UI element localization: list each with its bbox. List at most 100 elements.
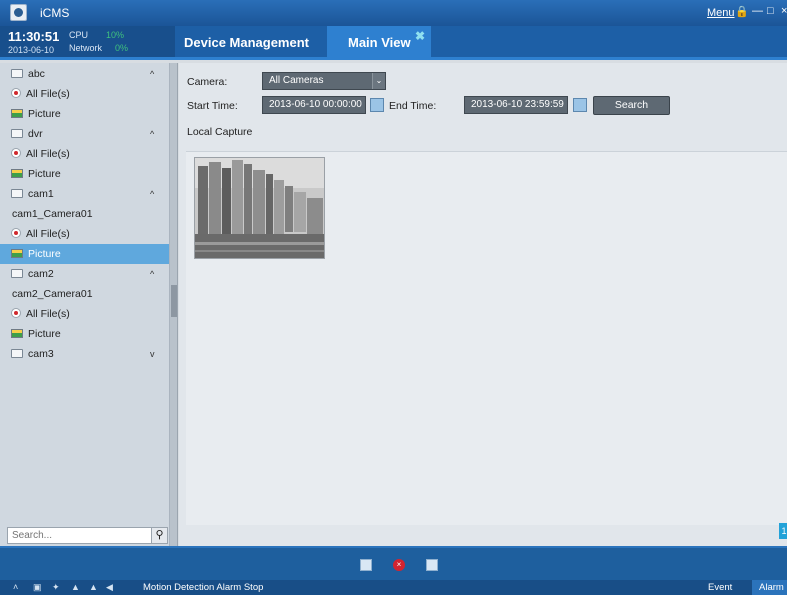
header-bar: 11:30:51 2013-06-10 CPU 10% Network 0% D… [0,26,787,60]
close-icon[interactable]: × [781,5,787,17]
title-bar: iCMS Menu 🔒 — □ × [0,0,787,26]
picture-icon [11,249,23,258]
user-icon[interactable]: ▲ [71,582,80,592]
tree-item-label: Picture [28,108,61,120]
capture-thumbnail[interactable] [194,157,325,259]
sidebar-tree: abc ^ All File(s) Picture dvr ^ All File(s… [0,63,170,546]
tree-item-all-files[interactable]: All File(s) [0,304,169,324]
clock-date: 2013-06-10 [8,45,55,55]
collapse-icon[interactable]: ^ [150,264,154,284]
folder-icon [11,189,23,198]
tree-item-label: cam3 [28,348,54,360]
tree-item-label: Picture [28,168,61,180]
bottom-toolbar: × [0,546,787,580]
network-label: Network [69,43,103,53]
app-title: iCMS [40,6,70,20]
search-icon[interactable]: ⚲ [151,527,168,544]
collapse-icon[interactable]: ^ [150,124,154,144]
status-message: Motion Detection Alarm Stop [143,582,264,593]
collapse-icon[interactable]: ^ [150,184,154,204]
tree-folder-cam1[interactable]: cam1 ^ [0,184,169,204]
start-time-field[interactable]: 2013-06-10 00:00:00 [262,96,366,114]
tree-item-all-files[interactable]: All File(s) [0,84,169,104]
tree-item-picture[interactable]: Picture [0,104,169,124]
capture-panel [186,151,787,525]
minimize-icon[interactable]: — [752,5,763,17]
search-input[interactable] [7,527,152,544]
menu-link[interactable]: Menu [707,7,735,19]
app-logo-icon [10,4,27,21]
tree-folder-cam2[interactable]: cam2 ^ [0,264,169,284]
tab-device-management[interactable]: Device Management [175,26,327,57]
panel-splitter[interactable] [170,63,178,546]
clock-panel: 11:30:51 2013-06-10 CPU 10% Network 0% [0,26,175,57]
monitor-icon[interactable]: ▣ [33,582,42,593]
search-button[interactable]: Search [593,96,670,115]
expand-icon[interactable]: v [150,344,155,364]
end-time-label: End Time: [389,100,437,112]
folder-icon [11,269,23,278]
end-time-field[interactable]: 2013-06-10 23:59:59 [464,96,568,114]
record-icon [11,308,21,318]
folder-icon [11,129,23,138]
camera-select[interactable]: All Cameras ⌄ [262,72,386,90]
tree-item-label: abc [28,68,45,80]
tree-folder-dvr[interactable]: dvr ^ [0,124,169,144]
tree-item-label: All File(s) [26,88,70,100]
tree-item-label: All File(s) [26,148,70,160]
tree-item-camera[interactable]: cam2_Camera01 [0,284,169,304]
tree-item-picture[interactable]: Picture [0,324,169,344]
tree-item-camera[interactable]: cam1_Camera01 [0,204,169,224]
record-icon [11,228,21,238]
status-bar: ˄ ▣ ✦ ▲ ▲ ◀ Motion Detection Alarm Stop … [0,580,787,595]
network-value: 0% [115,43,129,53]
tree-item-label: All File(s) [26,308,70,320]
record-icon [11,148,21,158]
clock-time: 11:30:51 [8,29,60,44]
alert-icon[interactable]: ▲ [89,582,98,592]
picture-icon [11,169,23,178]
tab-close-icon[interactable]: ✖ [415,29,425,43]
picture-icon [11,329,23,338]
expand-up-icon[interactable]: ˄ [13,582,18,592]
picture-icon [11,109,23,118]
start-time-label: Start Time: [187,100,238,112]
tree-item-label: Picture [28,328,61,340]
calendar-icon[interactable] [573,98,587,112]
record-icon [11,88,21,98]
tree-item-picture-selected[interactable]: Picture [0,244,169,264]
camera-select-value: All Cameras [269,75,324,86]
speaker-icon[interactable]: ◀ [106,582,113,593]
splitter-grip[interactable] [171,285,177,317]
tree-item-label: cam2 [28,268,54,280]
pin-icon[interactable]: ✦ [52,582,60,593]
delete-icon[interactable]: × [393,559,405,571]
cpu-value: 10% [106,30,125,40]
folder-icon [11,349,23,358]
calendar-icon[interactable] [370,98,384,112]
chevron-down-icon: ⌄ [372,73,385,89]
alarm-tab[interactable]: Alarm [752,580,787,595]
tree-item-all-files[interactable]: All File(s) [0,144,169,164]
local-capture-label: Local Capture [187,126,253,138]
event-tab[interactable]: Event [708,582,732,593]
lock-icon[interactable]: 🔒 [735,5,749,18]
save-icon[interactable] [360,559,372,571]
cpu-label: CPU [69,30,89,40]
collapse-icon[interactable]: ^ [150,64,154,84]
tree-item-all-files[interactable]: All File(s) [0,224,169,244]
main-view: Camera: All Cameras ⌄ Start Time: 2013-0… [179,63,787,546]
tree-folder-abc[interactable]: abc ^ [0,64,169,84]
camera-label: Camera: [187,76,228,88]
page-button[interactable]: 1 [779,523,787,539]
tree-item-label: cam1 [28,188,54,200]
tree-item-label: Picture [28,248,61,260]
image-icon[interactable] [426,559,438,571]
tree-folder-cam3[interactable]: cam3 v [0,344,169,364]
city-photo-image [195,158,324,258]
tree-item-label: dvr [28,128,43,140]
restore-icon[interactable]: □ [767,5,774,17]
tree-item-picture[interactable]: Picture [0,164,169,184]
folder-icon [11,69,23,78]
tree-item-label: All File(s) [26,228,70,240]
